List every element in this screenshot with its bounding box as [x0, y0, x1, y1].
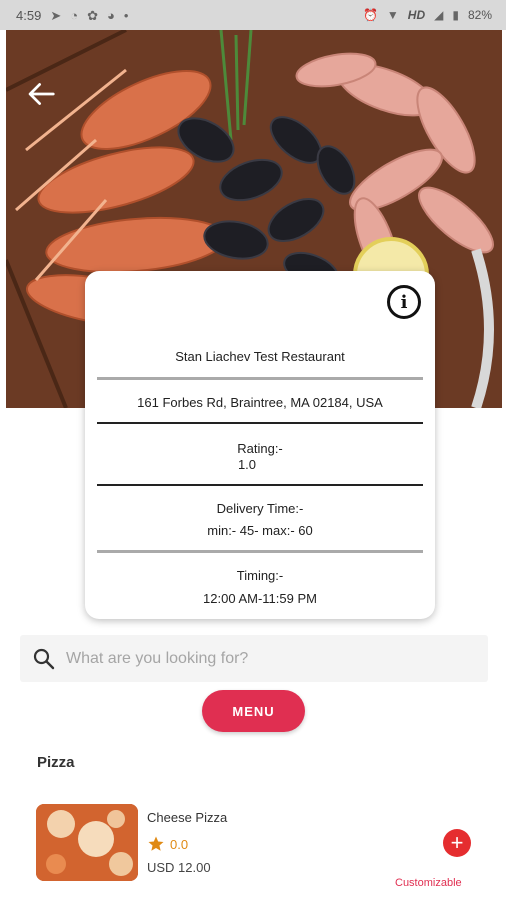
- food-item[interactable]: Cheese Pizza 0.0 USD 12.00 + Customizabl…: [36, 804, 476, 894]
- menu-button[interactable]: MENU: [202, 690, 305, 732]
- back-button[interactable]: [26, 80, 56, 108]
- category-title: Pizza: [37, 754, 75, 771]
- status-bar: 4:59 ➤ ◔ ✿ ◕ • ⏰ ▼ HD ◢ ▮ 82%: [0, 0, 506, 30]
- wifi-icon: ▼: [386, 8, 399, 22]
- customizable-label: Customizable: [395, 877, 462, 889]
- add-to-cart-button[interactable]: +: [443, 829, 471, 857]
- food-rating: 0.0: [147, 835, 188, 853]
- info-icon[interactable]: i: [387, 285, 421, 319]
- status-time: 4:59: [16, 7, 42, 23]
- search-icon: [33, 648, 55, 669]
- rating-value: 1.0: [237, 457, 257, 472]
- timing-value: 12:00 AM-11:59 PM: [203, 591, 317, 606]
- globe-icon: ◕: [106, 7, 115, 23]
- divider: [97, 550, 423, 553]
- delivery-time-value: min:- 45- max:- 60: [207, 523, 313, 538]
- timing-label: Timing:-: [236, 568, 284, 583]
- food-name: Cheese Pizza: [147, 810, 228, 825]
- restaurant-name: Stan Liachev Test Restaurant: [175, 349, 345, 364]
- search-input[interactable]: [66, 649, 466, 668]
- telegram-icon: ➤: [50, 7, 62, 23]
- food-price: USD 12.00: [147, 860, 211, 875]
- divider: [97, 422, 423, 424]
- pizza-image: [36, 804, 138, 881]
- network-type: HD: [407, 8, 426, 22]
- delivery-time-label: Delivery Time:-: [216, 501, 304, 516]
- divider: [97, 377, 423, 380]
- signal-icon: ◢: [434, 8, 444, 22]
- status-right: ⏰ ▼ HD ◢ ▮ 82%: [363, 8, 492, 22]
- divider: [97, 484, 423, 486]
- battery-icon: ▮: [452, 8, 459, 22]
- star-icon: [148, 836, 164, 851]
- flower-icon: ✿: [87, 7, 98, 23]
- alarm-icon: ⏰: [362, 8, 378, 22]
- plus-icon: +: [450, 830, 464, 855]
- search-bar[interactable]: [20, 635, 488, 682]
- arrow-left-icon: [28, 83, 55, 105]
- restaurant-address: 161 Forbes Rd, Braintree, MA 02184, USA: [137, 395, 383, 410]
- food-image: [36, 804, 138, 881]
- rating-value: 0.0: [170, 836, 189, 852]
- rating-label: Rating:-: [237, 441, 283, 456]
- dot-icon: •: [123, 7, 129, 23]
- restaurant-info-card: i Stan Liachev Test Restaurant 161 Forbe…: [85, 271, 435, 619]
- status-left: 4:59 ➤ ◔ ✿ ◕ •: [16, 8, 128, 23]
- battery-level: 82%: [467, 8, 492, 22]
- app-a-icon: ◔: [70, 7, 79, 23]
